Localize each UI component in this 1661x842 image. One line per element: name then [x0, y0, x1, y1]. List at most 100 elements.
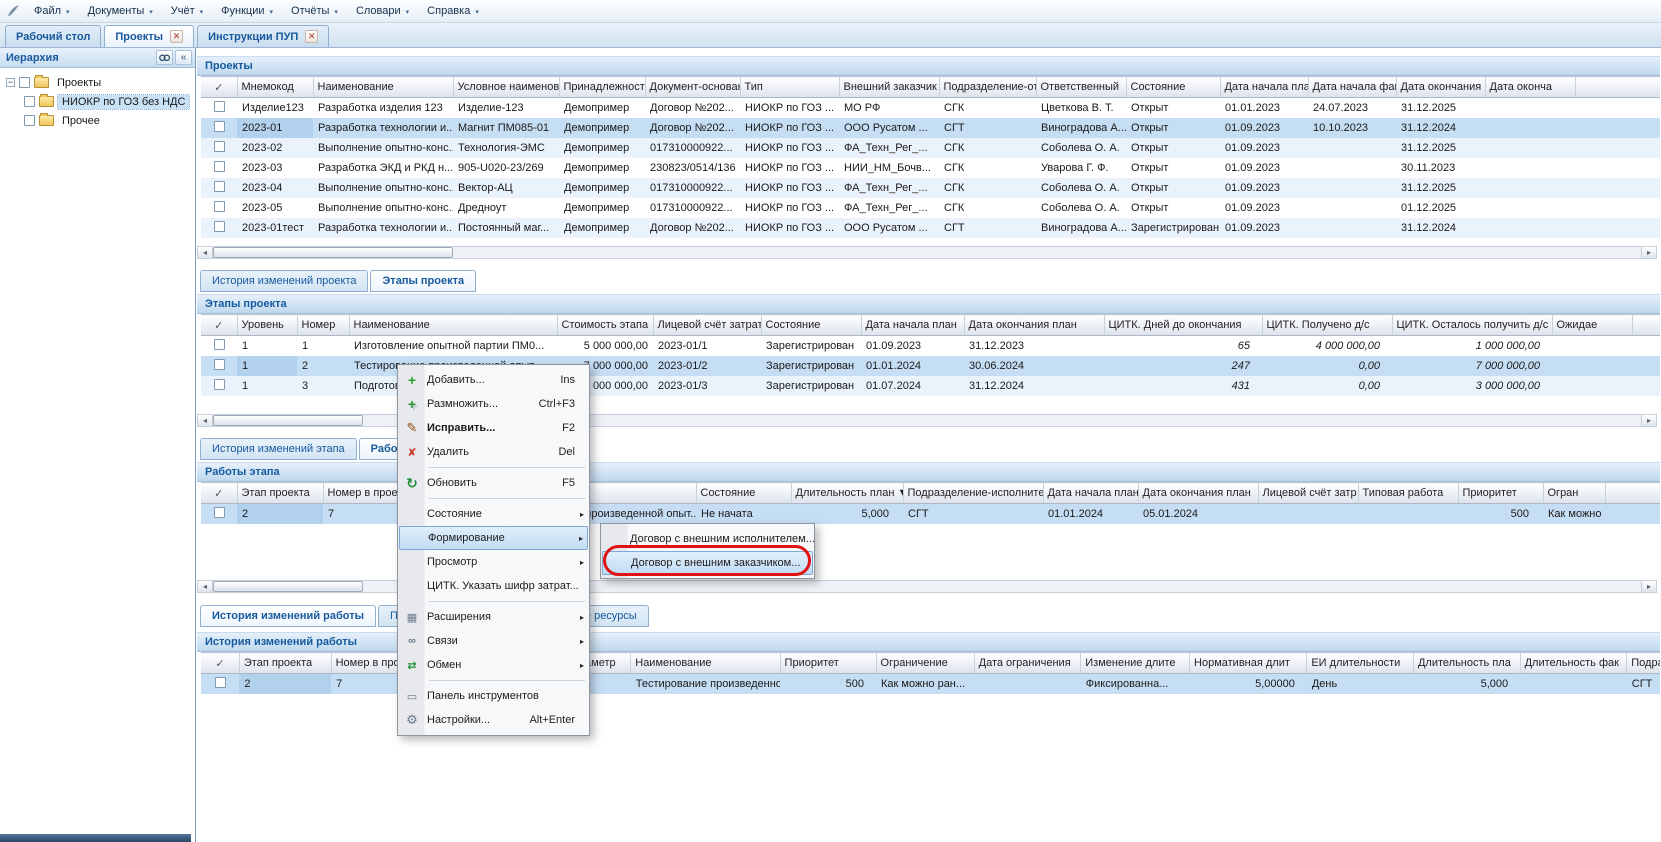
- table-row[interactable]: Изделие123Разработка изделия 123Изделие-…: [201, 98, 1660, 118]
- cell[interactable]: Демопример: [559, 138, 645, 158]
- column-header[interactable]: Длительность фак: [1520, 653, 1627, 674]
- menu-item[interactable]: Договор с внешним исполнителем...: [602, 527, 813, 551]
- cell[interactable]: [1632, 376, 1660, 396]
- cell[interactable]: 05.01.2024: [1138, 504, 1258, 524]
- cell[interactable]: Разработка ЭКД и РКД н...: [313, 158, 453, 178]
- row-select-cell[interactable]: [201, 118, 237, 138]
- cell[interactable]: ООО Русатом ...: [839, 118, 939, 138]
- column-header[interactable]: Наименование: [631, 653, 780, 674]
- tree-item[interactable]: Прочее: [0, 111, 195, 130]
- column-header[interactable]: Дата окончания п: [1396, 77, 1485, 98]
- cell[interactable]: [1308, 178, 1396, 198]
- cell[interactable]: [1575, 178, 1660, 198]
- scroll-right-icon[interactable]: ▸: [1641, 581, 1656, 592]
- cell[interactable]: [1632, 356, 1660, 376]
- cell[interactable]: СГК: [939, 178, 1036, 198]
- column-header[interactable]: ✓: [201, 483, 237, 504]
- column-header[interactable]: Документ-основан: [645, 77, 740, 98]
- row-select-cell[interactable]: [201, 138, 237, 158]
- cell[interactable]: 431: [1104, 376, 1262, 396]
- cell[interactable]: ФА_Техн_Рег_...: [839, 178, 939, 198]
- tree-checkbox[interactable]: [24, 96, 35, 107]
- cell[interactable]: 31.12.2024: [1396, 218, 1485, 238]
- cell[interactable]: 2: [239, 674, 331, 694]
- cell[interactable]: [1308, 158, 1396, 178]
- menu-item[interactable]: Размножить...Ctrl+F3: [399, 392, 588, 416]
- cell[interactable]: МО РФ: [839, 98, 939, 118]
- column-header[interactable]: Номер: [297, 315, 349, 336]
- menu-item[interactable]: Панель инструментов: [399, 684, 588, 708]
- row-checkbox[interactable]: [214, 141, 225, 152]
- row-select-cell[interactable]: [201, 98, 237, 118]
- cell[interactable]: 017310000922...: [645, 178, 740, 198]
- cell[interactable]: Демопример: [559, 198, 645, 218]
- cell[interactable]: 3: [297, 376, 349, 396]
- cell[interactable]: Изготовление опытной партии ПМ0...: [349, 336, 557, 356]
- cell[interactable]: 31.12.2025: [1396, 98, 1485, 118]
- cell[interactable]: 01.01.2024: [1043, 504, 1138, 524]
- cell[interactable]: 2023-01тест: [237, 218, 313, 238]
- column-header[interactable]: Длительность пла: [1413, 653, 1520, 674]
- cell[interactable]: 017310000922...: [645, 198, 740, 218]
- row-select-cell[interactable]: [201, 178, 237, 198]
- column-header[interactable]: ✓: [201, 653, 239, 674]
- panel-tab[interactable]: История изменений проекта: [200, 270, 368, 292]
- cell[interactable]: Разработка технологии и...: [313, 218, 453, 238]
- cell[interactable]: Фиксированна...: [1081, 674, 1190, 694]
- cell[interactable]: [1485, 138, 1575, 158]
- cell[interactable]: [1575, 118, 1660, 138]
- cell[interactable]: 01.09.2023: [861, 336, 964, 356]
- cell[interactable]: Выполнение опытно-конс...: [313, 198, 453, 218]
- column-header[interactable]: Изменение длите: [1081, 653, 1190, 674]
- cell[interactable]: СГТ: [903, 504, 1043, 524]
- cell[interactable]: Договор №202...: [645, 118, 740, 138]
- column-header[interactable]: ✓: [201, 77, 237, 98]
- column-header[interactable]: Дата начала план.: [1043, 483, 1138, 504]
- panel-tab[interactable]: История изменений этапа: [200, 438, 357, 460]
- menu-item[interactable]: УдалитьDel: [399, 440, 588, 464]
- cell[interactable]: [1520, 674, 1627, 694]
- column-header[interactable]: Дата окончания план: [1138, 483, 1258, 504]
- cell[interactable]: 230823/0514/136: [645, 158, 740, 178]
- cell[interactable]: Виноградова А...: [1036, 218, 1126, 238]
- row-checkbox[interactable]: [214, 379, 225, 390]
- scroll-thumb[interactable]: [213, 581, 363, 592]
- column-header[interactable]: Состояние: [696, 483, 791, 504]
- cell[interactable]: Вектор-АЦ: [453, 178, 559, 198]
- cell[interactable]: Разработка изделия 123: [313, 98, 453, 118]
- cell[interactable]: 31.12.2025: [1396, 138, 1485, 158]
- cell[interactable]: 247: [1104, 356, 1262, 376]
- column-header[interactable]: Лицевой счёт затр: [1258, 483, 1358, 504]
- menu-item[interactable]: Состояние▸: [399, 502, 588, 526]
- cell[interactable]: 24.07.2023: [1308, 98, 1396, 118]
- table-row[interactable]: 2023-01тестРазработка технологии и...Пос…: [201, 218, 1660, 238]
- column-header[interactable]: Нормативная длит: [1190, 653, 1307, 674]
- cell[interactable]: [1485, 218, 1575, 238]
- cell[interactable]: 5,000: [1413, 674, 1520, 694]
- main-tab[interactable]: Рабочий стол: [5, 25, 101, 47]
- cell[interactable]: Выполнение опытно-конс...: [313, 178, 453, 198]
- cell[interactable]: 905-U020-23/269: [453, 158, 559, 178]
- tree-checkbox[interactable]: [19, 77, 30, 88]
- cell[interactable]: Демопример: [559, 118, 645, 138]
- table-row[interactable]: 2023-05Выполнение опытно-конс...Дредноут…: [201, 198, 1660, 218]
- menubar-item[interactable]: Функции▾: [212, 0, 282, 22]
- row-checkbox[interactable]: [214, 121, 225, 132]
- scroll-right-icon[interactable]: ▸: [1641, 415, 1656, 426]
- column-header[interactable]: Этап проекта: [237, 483, 323, 504]
- cell[interactable]: 10.10.2023: [1308, 118, 1396, 138]
- cell[interactable]: 31.12.2023: [964, 336, 1104, 356]
- cell[interactable]: 31.12.2024: [1396, 118, 1485, 138]
- cell[interactable]: Открыт: [1126, 118, 1220, 138]
- menubar-item[interactable]: Отчёты▾: [282, 0, 347, 22]
- cell[interactable]: Соболева О. А.: [1036, 138, 1126, 158]
- column-header[interactable]: [1605, 483, 1660, 504]
- cell[interactable]: 2: [237, 504, 323, 524]
- cell[interactable]: НИОКР по ГОЗ ...: [740, 218, 839, 238]
- column-header[interactable]: Мнемокод: [237, 77, 313, 98]
- column-header[interactable]: Внешний заказчик: [839, 77, 939, 98]
- cell[interactable]: Демопример: [559, 178, 645, 198]
- menu-item[interactable]: Связи▸: [399, 629, 588, 653]
- column-header[interactable]: Принадлежность: [559, 77, 645, 98]
- menu-item[interactable]: Просмотр▸: [399, 550, 588, 574]
